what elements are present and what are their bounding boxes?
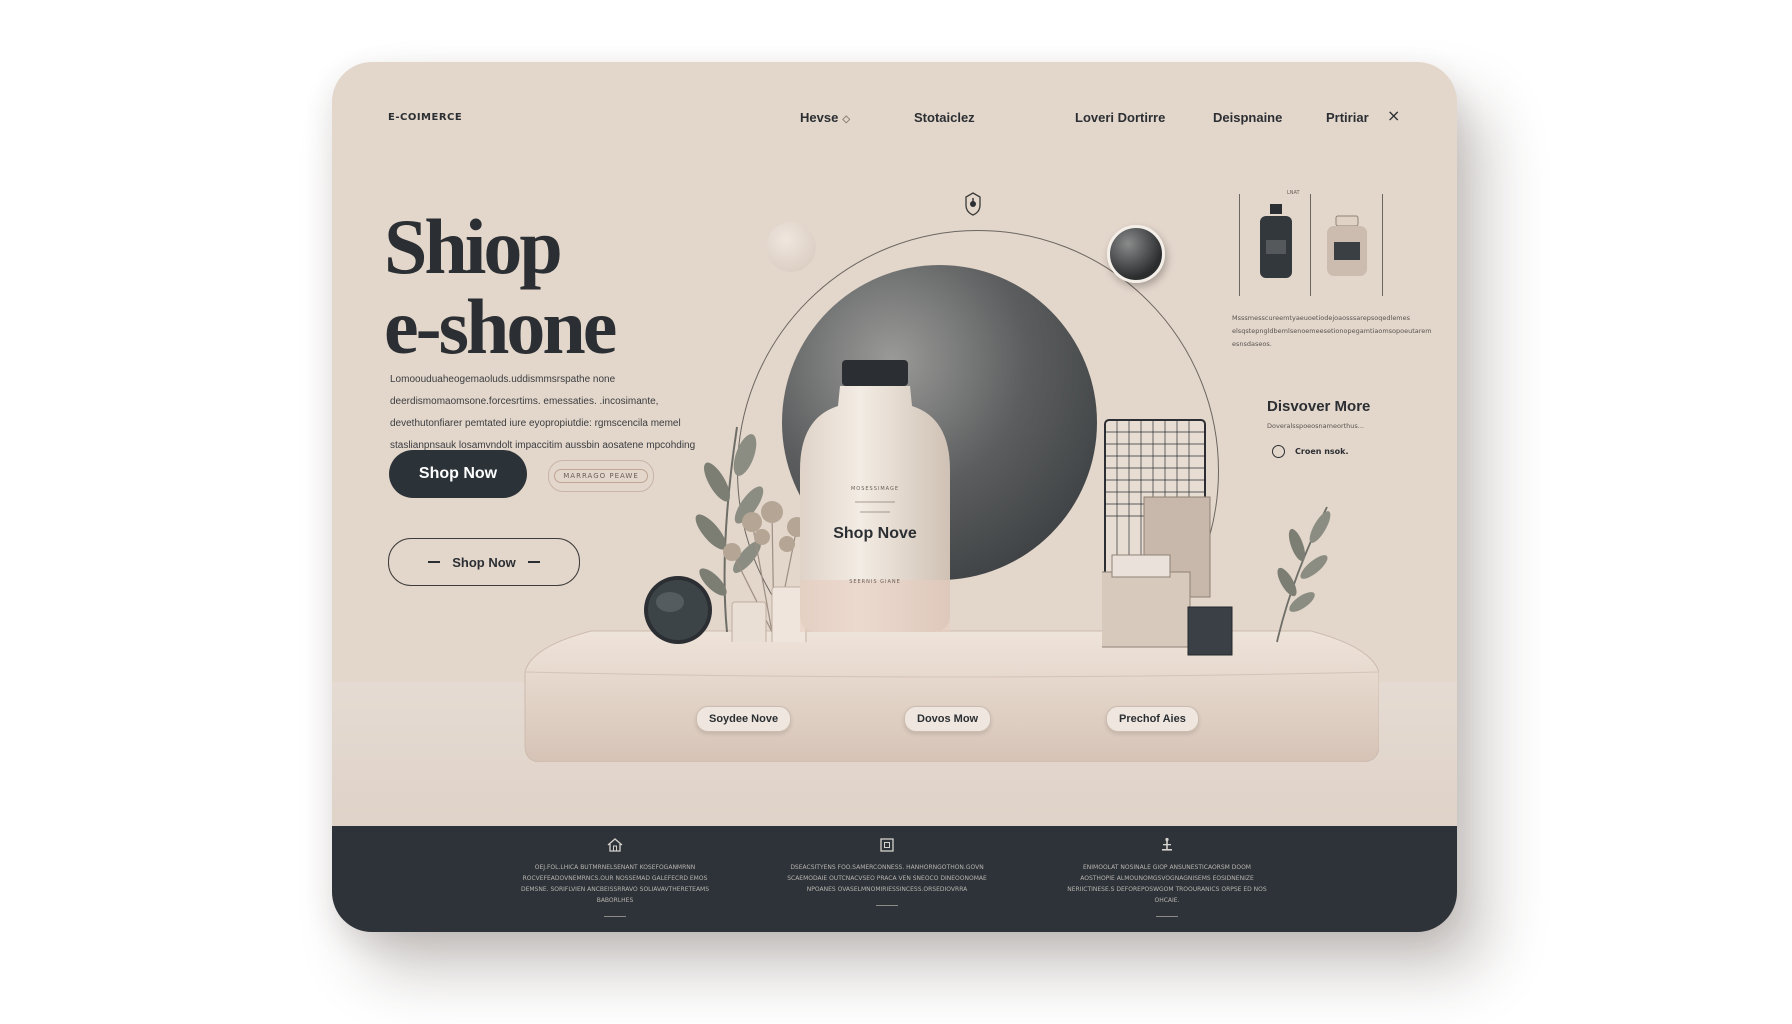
radio-circle-icon[interactable] <box>1272 445 1285 458</box>
nav-item-5[interactable]: Prtiriar <box>1326 110 1369 125</box>
radio-label: Croen nsok. <box>1295 447 1349 456</box>
nav-item-2[interactable]: Stotaiclez <box>914 110 975 125</box>
nav-item-home[interactable]: Hevse ◇ <box>800 110 850 125</box>
decor-sphere-light <box>766 222 816 272</box>
tool-icon[interactable] <box>1158 836 1176 854</box>
footer-divider <box>876 905 898 906</box>
footer-bar: OEJ.FOL.LHICA BUTMRNELSENANT KOSEFOGANMR… <box>332 826 1457 932</box>
footer-divider <box>604 916 626 917</box>
product-bottle <box>800 360 950 632</box>
decor-boxes-grid <box>1102 419 1233 656</box>
right-panel-text: Msssmesscureemtyaeuoetiodejoaosssarepsoq… <box>1232 314 1432 348</box>
plant-decor-right <box>1276 506 1331 643</box>
hero-title: Shiop e-shone <box>384 203 617 370</box>
close-icon[interactable]: × <box>1387 106 1400 125</box>
bottle-label: Shop Nove <box>833 525 917 542</box>
footer-column-1-text: OEJ.FOL.LHICA BUTMRNELSENANT KOSEFOGANMR… <box>520 864 710 904</box>
hero-title-line-2: e-shone <box>384 283 617 370</box>
platform-chip-3[interactable]: Prechof Aies <box>1106 706 1199 732</box>
thumbnail-dark-bottle[interactable] <box>1256 204 1296 280</box>
platform-chip-1[interactable]: Soydee Nove <box>696 706 792 732</box>
footer-column-1: OEJ.FOL.LHICA BUTMRNELSENANT KOSEFOGANMR… <box>515 826 715 917</box>
nav-item-label: Hevse <box>800 110 839 125</box>
home-icon[interactable] <box>606 836 624 854</box>
radio-option[interactable]: Croen nsok. <box>1272 445 1349 458</box>
platform-chip-2[interactable]: Dovos Mow <box>904 706 992 732</box>
secondary-pill-button[interactable]: MARRAGO PEAWE <box>548 460 654 492</box>
decor-dark-ball <box>1107 225 1165 283</box>
brand-logo[interactable]: E-COIMERCE <box>388 112 462 123</box>
discover-more-title[interactable]: Disvover More <box>1267 398 1370 415</box>
mirror-decor <box>644 576 712 644</box>
discover-more-subtitle: Doveralsspoeosnameorthus... <box>1267 422 1364 430</box>
bottle-foot-label: SEERNIS GIANE <box>849 579 901 585</box>
square-icon[interactable] <box>878 836 896 854</box>
nav-item-3[interactable]: Loveri Dortirre <box>1075 110 1165 125</box>
shop-now-button[interactable]: Shop Now <box>389 450 527 498</box>
bottle-sub-label: MOSESSIMAGE <box>850 486 900 492</box>
thumbnail-divider <box>1310 194 1311 296</box>
footer-column-2-text: DSEACSITYENS FOO.SAMERCONNESS. HANHORNGO… <box>787 864 987 893</box>
hero-card: E-COIMERCE Hevse ◇ Stotaiclez Loveri Dort… <box>332 62 1457 932</box>
footer-column-2: DSEACSITYENS FOO.SAMERCONNESS. HANHORNGO… <box>772 826 1002 906</box>
shop-now-outline-button[interactable]: Shop Now <box>388 538 580 586</box>
shield-icon <box>964 191 982 217</box>
nav-item-4[interactable]: Deispnaine <box>1213 110 1282 125</box>
footer-divider <box>1156 916 1178 917</box>
pill-label: MARRAGO PEAWE <box>554 469 648 483</box>
footer-column-3-text: ENIMOOLAT NOSINALE GIOP ANSUNESTICAORSM … <box>1067 864 1267 904</box>
chevron-down-icon: ◇ <box>842 114 851 125</box>
footer-column-3: ENIMOOLAT NOSINALE GIOP ANSUNESTICAORSM … <box>1067 826 1267 917</box>
dash-right-icon <box>527 561 540 563</box>
thumbnail-jar[interactable] <box>1324 214 1370 278</box>
dash-left-icon <box>428 561 441 563</box>
product-thumbnails <box>1239 194 1383 296</box>
outline-button-label: Shop Now <box>452 554 516 570</box>
hero-title-line-1: Shiop <box>384 203 563 290</box>
